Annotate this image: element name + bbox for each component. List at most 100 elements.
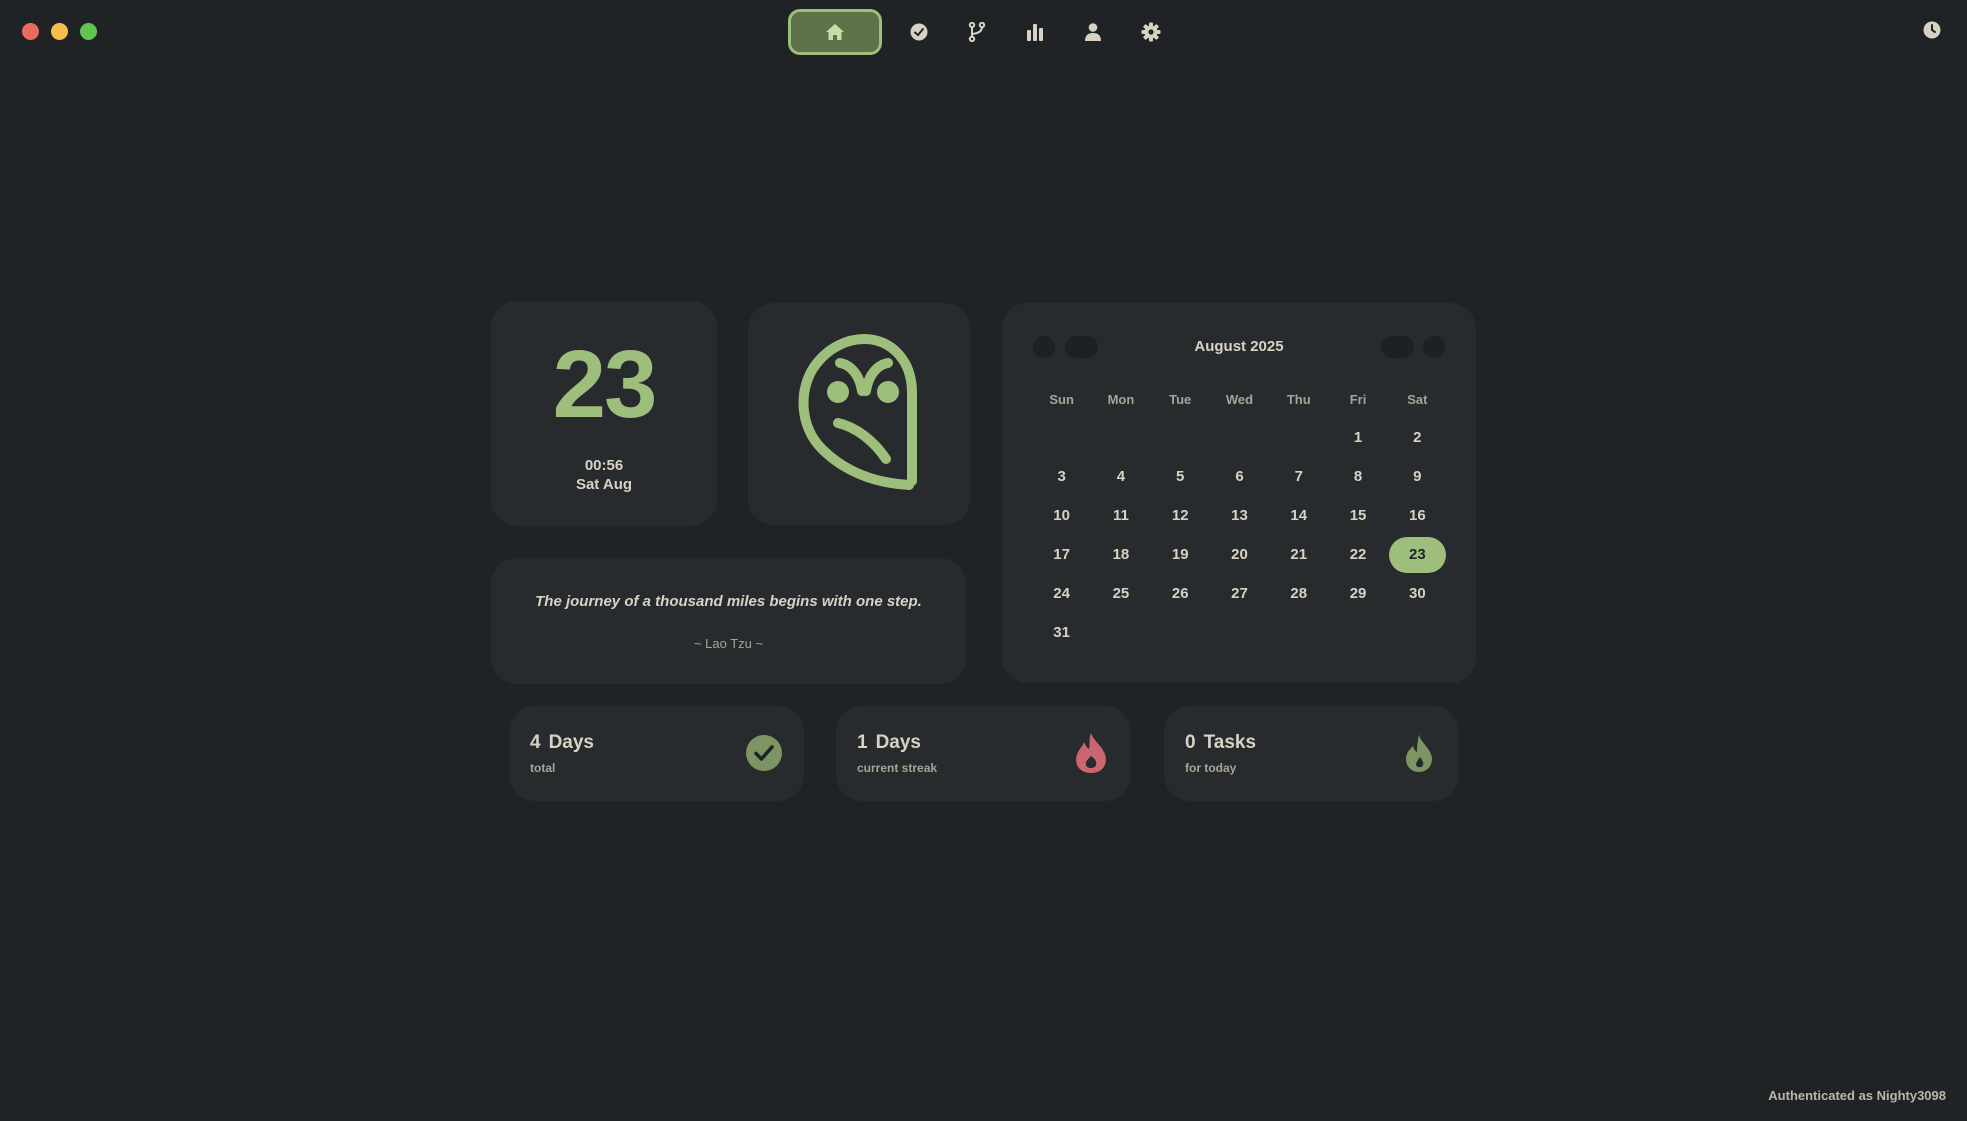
calendar-day[interactable]: 26	[1151, 585, 1210, 602]
calendar-day[interactable]: 25	[1091, 585, 1150, 602]
calendar-day-number: 10	[1053, 507, 1070, 524]
calendar-day[interactable]: 1	[1328, 429, 1387, 446]
calendar-day-number: 6	[1235, 468, 1244, 485]
calendar-day[interactable]: 30	[1388, 585, 1447, 602]
flame-icon	[1071, 732, 1111, 774]
weekday-label: Mon	[1107, 392, 1135, 407]
window-controls	[22, 23, 97, 40]
close-window-button[interactable]	[22, 23, 39, 40]
calendar-day[interactable]: 6	[1210, 468, 1269, 485]
quote-text: The journey of a thousand miles begins w…	[535, 593, 922, 610]
calendar-day-number: 11	[1112, 507, 1129, 524]
calendar-day-number: 20	[1231, 546, 1248, 563]
weekday-label: Wed	[1225, 392, 1254, 407]
calendar-day[interactable]: 18	[1091, 546, 1150, 563]
calendar-day-number: 17	[1053, 546, 1070, 563]
top-navigation	[788, 9, 1180, 55]
nav-settings-button[interactable]	[1122, 10, 1180, 54]
stat-card-tasks: 0 Tasks for today	[1164, 706, 1459, 801]
calendar-week-row: 24 25 26 27 28 29 30	[1032, 574, 1447, 613]
stat-value: 4 Days	[530, 732, 594, 754]
calendar-day[interactable]: 8	[1328, 468, 1387, 485]
calendar-day[interactable]: 7	[1269, 468, 1328, 485]
bar-chart-icon	[1027, 24, 1043, 41]
calendar-day[interactable]: 9	[1388, 468, 1447, 485]
droplet-flame-icon	[1399, 732, 1439, 774]
calendar-week-row: 17 18 19 20 21 22 23	[1032, 535, 1447, 574]
quote-author: ~ Lao Tzu ~	[693, 636, 764, 651]
owl-logo-icon	[798, 333, 917, 490]
nav-tasks-button[interactable]	[890, 10, 948, 54]
calendar-day-selected[interactable]: 23	[1388, 536, 1447, 573]
nav-stats-button[interactable]	[1006, 10, 1064, 54]
weekday-label: Thu	[1286, 392, 1311, 407]
calendar-day[interactable]: 17	[1032, 546, 1091, 563]
calendar-header: August 2025	[1002, 336, 1476, 358]
branch-icon	[968, 22, 986, 42]
weekday-label: Tue	[1169, 392, 1192, 407]
calendar-card: August 2025 Sun Mon Tue Wed Thu Fri Sat 123456…	[1002, 303, 1476, 683]
calendar-day[interactable]: 31	[1032, 624, 1091, 641]
calendar-day[interactable]: 29	[1328, 585, 1387, 602]
zoom-window-button[interactable]	[80, 23, 97, 40]
calendar-day[interactable]: 14	[1269, 507, 1328, 524]
check-badge-icon	[744, 732, 784, 774]
calendar-day[interactable]: 4	[1091, 468, 1150, 485]
calendar-day-number: 18	[1112, 546, 1130, 563]
calendar-day[interactable]: 22	[1328, 546, 1387, 563]
calendar-grid: Sun Mon Tue Wed Thu Fri Sat 1 2 3 4 5 6 7 8 9 10 11 12 13 1…	[1032, 387, 1447, 652]
calendar-day-number: 30	[1408, 585, 1426, 602]
weekday-label: Sun	[1049, 392, 1074, 407]
calendar-day[interactable]: 24	[1032, 585, 1091, 602]
next-month-button[interactable]	[1381, 336, 1414, 358]
app-window: 23 00:56 Sat Aug The journey of a thousa…	[0, 0, 1967, 1121]
calendar-day[interactable]: 3	[1032, 468, 1091, 485]
calendar-day-number: 15	[1349, 507, 1367, 524]
nav-home-button[interactable]	[788, 9, 882, 55]
calendar-day-number: 7	[1294, 468, 1303, 485]
calendar-day[interactable]: 21	[1269, 546, 1328, 563]
calendar-day[interactable]: 28	[1269, 585, 1328, 602]
logo-card	[748, 303, 970, 525]
calendar-day[interactable]: 5	[1151, 468, 1210, 485]
calendar-day[interactable]: 20	[1210, 546, 1269, 563]
nav-branches-button[interactable]	[948, 10, 1006, 54]
calendar-day[interactable]: 19	[1151, 546, 1210, 563]
current-time: 00:56	[584, 457, 624, 474]
calendar-day[interactable]: 15	[1328, 507, 1387, 524]
calendar-week-row: 3 4 5 6 7 8 9	[1032, 457, 1447, 496]
calendar-day[interactable]: 10	[1032, 507, 1091, 524]
calendar-day[interactable]: 27	[1210, 585, 1269, 602]
stat-unit: Tasks	[1203, 732, 1257, 753]
calendar-day[interactable]: 2	[1388, 429, 1447, 446]
stat-unit: Days	[875, 732, 921, 753]
quote-card: The journey of a thousand miles begins w…	[491, 558, 966, 684]
calendar-day-number: 13	[1231, 507, 1248, 524]
calendar-day-number: 12	[1171, 507, 1189, 524]
calendar-day-number: 5	[1176, 468, 1185, 485]
calendar-day-number: 26	[1171, 585, 1189, 602]
check-circle-icon	[910, 23, 928, 41]
calendar-week-row: 31	[1032, 613, 1447, 652]
calendar-day[interactable]: 13	[1210, 507, 1269, 524]
calendar-day-number: 16	[1408, 507, 1426, 524]
calendar-day-number: 1	[1353, 429, 1363, 446]
calendar-day[interactable]: 11	[1091, 507, 1150, 524]
next-year-button[interactable]	[1423, 336, 1445, 358]
calendar-day-number: 23	[1388, 536, 1446, 573]
calendar-day-number: 3	[1057, 468, 1066, 485]
calendar-day[interactable]: 16	[1388, 507, 1447, 524]
calendar-day-number: 4	[1116, 468, 1126, 485]
stat-label: for today	[1185, 761, 1237, 775]
nav-profile-button[interactable]	[1064, 10, 1122, 54]
stat-card-streak: 1 Days current streak	[836, 706, 1131, 801]
calendar-day-number: 21	[1290, 546, 1308, 563]
history-button[interactable]	[1921, 19, 1943, 41]
calendar-day-number: 29	[1349, 585, 1367, 602]
minimize-window-button[interactable]	[51, 23, 68, 40]
user-icon	[1085, 23, 1101, 41]
date-card: 23 00:56 Sat Aug	[491, 301, 717, 526]
calendar-day[interactable]: 12	[1151, 507, 1210, 524]
stat-number: 1	[857, 732, 868, 753]
stat-number: 0	[1185, 732, 1196, 753]
